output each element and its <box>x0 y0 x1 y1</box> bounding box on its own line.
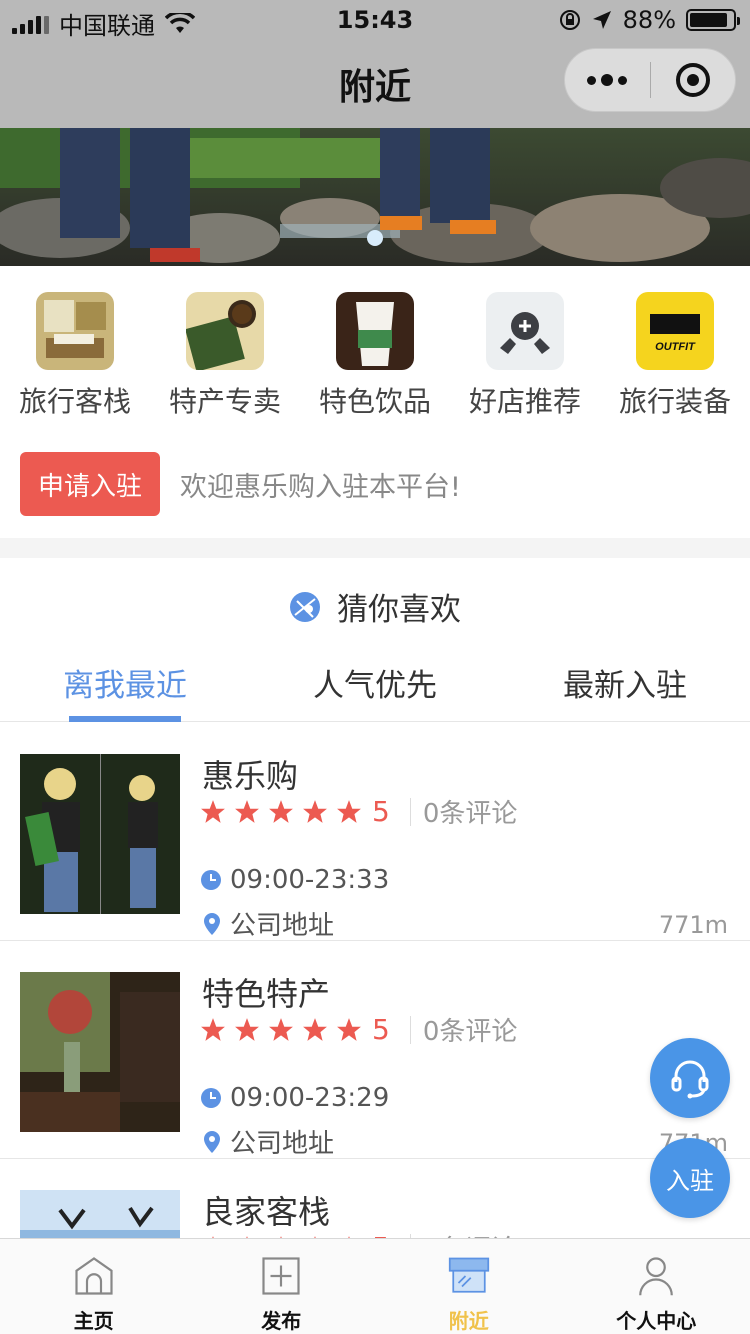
star-icon <box>201 1017 225 1041</box>
rating-divider <box>409 797 411 826</box>
shop-recommend-icon <box>486 292 564 370</box>
category-label: 旅行客栈 <box>18 385 131 418</box>
shop-address: 公司地址 <box>202 905 334 942</box>
battery-icon <box>686 9 740 31</box>
tab-popular[interactable]: 人气优先 <box>250 652 500 721</box>
inn-icon <box>36 292 114 370</box>
tabbar-label: 附近 <box>448 1309 489 1333</box>
address-text: 公司地址 <box>230 1129 335 1159</box>
home-icon <box>75 1257 113 1295</box>
tabbar-item-post[interactable]: 发布 <box>188 1239 376 1334</box>
shop-hours: 09:00-23:33 <box>200 865 389 895</box>
specialty-icon <box>186 292 264 370</box>
shop-thumbnail <box>20 754 180 914</box>
shop-distance: 771m <box>658 911 728 939</box>
guess-header: 猜你喜欢 <box>0 584 750 629</box>
drink-icon <box>336 292 414 370</box>
person-icon <box>639 1257 674 1296</box>
address-text: 公司地址 <box>230 911 335 941</box>
rating-score: 5 <box>372 795 390 828</box>
top-bar: 中国联通 15:43 88% 附近 <box>0 0 750 128</box>
shop-address: 公司地址 <box>202 1123 334 1160</box>
review-count: 0条评论 <box>422 799 518 829</box>
tabbar-label: 发布 <box>261 1309 302 1333</box>
shop-name: 特色特产 <box>202 975 331 1013</box>
apply-join-button[interactable]: 申请入驻 <box>20 452 160 516</box>
location-pin-icon <box>204 912 220 935</box>
nearby-icon <box>448 1257 489 1293</box>
clock-icon <box>201 870 221 890</box>
headset-icon <box>671 1060 709 1099</box>
category-label: 旅行装备 <box>618 385 731 418</box>
close-button[interactable] <box>651 48 736 112</box>
map-icon <box>290 591 320 622</box>
star-icon <box>269 1017 293 1041</box>
carousel-indicator[interactable] <box>367 230 383 246</box>
shop-list-item[interactable]: 惠乐购 5 0条评论 09:00-23:33 公司地址 771m <box>0 723 750 941</box>
star-icon <box>201 799 225 823</box>
clock-icon <box>201 1088 221 1108</box>
star-icon <box>337 1017 361 1041</box>
status-bar: 中国联通 15:43 88% <box>0 0 750 40</box>
star-icon <box>337 799 361 823</box>
shop-list-item[interactable]: 特色特产 5 0条评论 09:00-23:29 公司地址 771m <box>0 941 750 1159</box>
more-button[interactable] <box>565 48 650 112</box>
category-specialty[interactable]: 特产专卖 <box>150 292 300 422</box>
battery-percent: 88% <box>622 6 676 34</box>
location-arrow-icon <box>592 11 611 29</box>
category-label: 好店推荐 <box>468 385 581 418</box>
hours-text: 09:00-23:29 <box>230 1083 390 1113</box>
orientation-lock-icon <box>559 10 580 30</box>
category-label: 特产专卖 <box>168 385 281 418</box>
category-grid: 旅行客栈 特产专卖 特色饮品 好店推荐 OUTFIT 旅行装备 <box>0 292 750 422</box>
location-pin-icon <box>204 1130 220 1153</box>
shop-thumbnail <box>20 972 180 1132</box>
mini-program-capsule <box>564 48 736 112</box>
sort-tabs: 离我最近 人气优先 最新入驻 <box>0 652 750 722</box>
category-gear[interactable]: OUTFIT 旅行装备 <box>600 292 750 422</box>
category-inn[interactable]: 旅行客栈 <box>0 292 150 422</box>
outfit-logo-icon: OUTFIT <box>636 292 714 370</box>
bottom-tab-bar: 主页 发布 附近 个人中心 <box>0 1238 750 1334</box>
star-icon <box>303 1017 327 1041</box>
tab-nearest[interactable]: 离我最近 <box>0 652 250 722</box>
star-icon <box>235 799 259 823</box>
welcome-message: 欢迎惠乐购入驻本平台! <box>180 471 461 503</box>
tabbar-label: 个人中心 <box>616 1309 697 1333</box>
shop-hours: 09:00-23:29 <box>200 1083 389 1113</box>
tab-newest[interactable]: 最新入驻 <box>500 652 750 721</box>
shop-rating: 5 0条评论 <box>200 793 517 830</box>
star-icon <box>235 1017 259 1041</box>
svg-text:OUTFIT: OUTFIT <box>655 341 696 353</box>
section-divider <box>0 538 750 558</box>
tabbar-item-nearby[interactable]: 附近 <box>375 1239 563 1334</box>
category-label: 特色饮品 <box>318 385 431 418</box>
rating-score: 5 <box>372 1013 390 1046</box>
join-fab-button[interactable]: 入驻 <box>650 1138 730 1218</box>
tabbar-item-profile[interactable]: 个人中心 <box>563 1239 750 1334</box>
shop-name: 良家客栈 <box>202 1193 331 1231</box>
shop-name: 惠乐购 <box>202 757 299 795</box>
category-drinks[interactable]: 特色饮品 <box>300 292 450 422</box>
star-icon <box>269 799 293 823</box>
guess-title: 猜你喜欢 <box>337 592 461 628</box>
rating-divider <box>409 1015 411 1044</box>
customer-service-button[interactable] <box>650 1038 730 1118</box>
star-icon <box>303 799 327 823</box>
category-recommend[interactable]: 好店推荐 <box>450 292 600 422</box>
banner-carousel[interactable] <box>0 128 750 266</box>
apply-row: 申请入驻 欢迎惠乐购入驻本平台! <box>20 452 461 516</box>
tabbar-item-home[interactable]: 主页 <box>0 1239 188 1334</box>
hours-text: 09:00-23:33 <box>230 865 390 895</box>
add-icon <box>262 1257 300 1295</box>
review-count: 0条评论 <box>422 1017 518 1047</box>
tabbar-label: 主页 <box>73 1309 114 1333</box>
shop-rating: 5 0条评论 <box>200 1011 517 1048</box>
